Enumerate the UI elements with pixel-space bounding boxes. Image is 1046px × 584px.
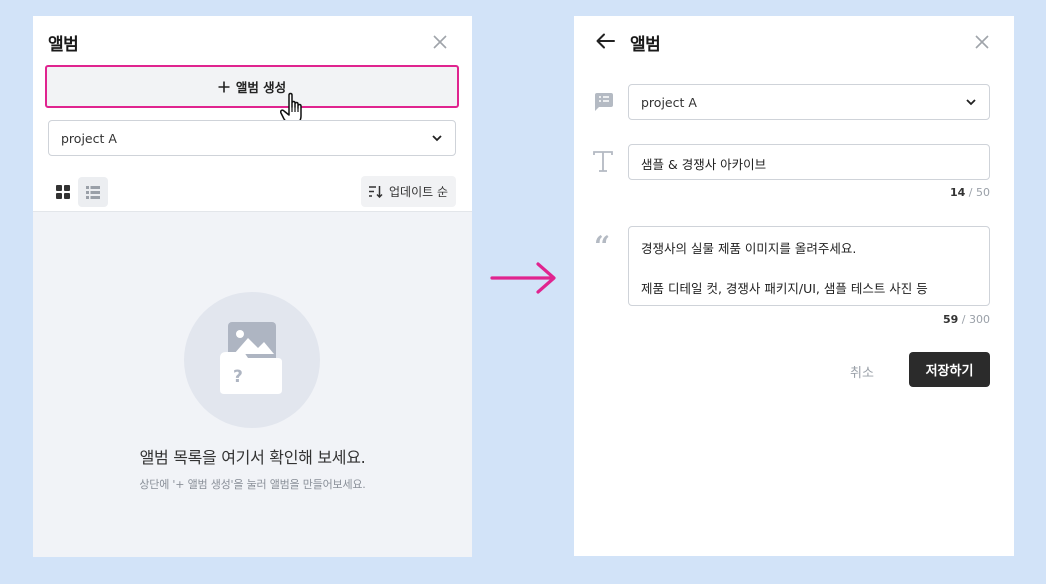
sort-button[interactable]: 업데이트 순	[360, 176, 456, 207]
cancel-button[interactable]: 취소	[850, 362, 874, 381]
project-select-value: project A	[641, 94, 697, 110]
image-placeholder-icon: ?	[220, 322, 282, 394]
name-char-counter: 14 / 50	[950, 186, 990, 199]
chevron-down-icon	[432, 135, 442, 142]
panel-title: 앨범	[630, 35, 661, 55]
panel-title: 앨범	[48, 35, 79, 55]
save-button[interactable]: 저장하기	[909, 352, 990, 387]
text-icon	[593, 151, 613, 172]
album-name-input[interactable]: 샘플 & 경쟁사 아카이브	[628, 144, 990, 180]
close-icon[interactable]	[432, 34, 448, 50]
empty-state: ? 앨범 목록을 여기서 확인해 보세요. 상단에 '+ 앨범 생성'을 눌러 …	[33, 211, 472, 557]
description-line-1: 경쟁사의 실물 제품 이미지를 올려주세요.	[641, 241, 857, 256]
album-create-panel: 앨범 project A 샘플 & 경쟁사 아카이브 14 / 50 “ 경쟁사…	[574, 16, 1014, 556]
plus-icon	[218, 81, 230, 92]
empty-title: 앨범 목록을 여기서 확인해 보세요.	[139, 448, 366, 467]
close-icon[interactable]	[974, 34, 990, 50]
back-arrow-icon[interactable]	[596, 33, 615, 49]
description-count: 59	[942, 313, 959, 326]
create-album-label: 앨범 생성	[235, 80, 287, 95]
svg-text:?: ?	[233, 367, 243, 387]
chevron-down-icon	[966, 99, 976, 106]
svg-text:“: “	[594, 234, 610, 256]
grid-view-button[interactable]	[48, 177, 78, 207]
create-album-button[interactable]: 앨범 생성	[45, 65, 459, 108]
grid-view-icon	[56, 185, 70, 199]
description-char-counter: 59 / 300	[943, 313, 990, 326]
empty-subtitle: 상단에 '+ 앨범 생성'을 눌러 앨범을 만들어보세요.	[139, 478, 366, 491]
quote-icon: “	[594, 234, 610, 256]
name-count: 14	[949, 186, 966, 199]
description-line-2: 제품 디테일 컷, 경쟁사 패키지/UI, 샘플 테스트 사진 등	[641, 281, 928, 296]
album-description-textarea[interactable]: 경쟁사의 실물 제품 이미지를 올려주세요. 제품 디테일 컷, 경쟁사 패키지…	[628, 226, 990, 306]
sort-icon	[368, 186, 383, 198]
right-arrow-icon	[490, 262, 556, 294]
list-view-icon	[86, 185, 100, 199]
sort-label: 업데이트 순	[388, 185, 448, 199]
description-max: / 300	[961, 313, 990, 326]
album-name-value: 샘플 & 경쟁사 아카이브	[641, 157, 767, 172]
comment-icon	[595, 93, 613, 111]
project-select[interactable]: project A	[628, 84, 990, 120]
list-view-button[interactable]	[78, 177, 108, 207]
empty-illustration: ?	[184, 292, 320, 428]
album-list-panel: 앨범 앨범 생성 project A 업데이트 순 ? 앨범 목록을 여기서 확…	[33, 16, 472, 557]
project-select-value: project A	[61, 130, 117, 146]
project-select[interactable]: project A	[48, 120, 456, 156]
name-max: / 50	[968, 186, 990, 199]
